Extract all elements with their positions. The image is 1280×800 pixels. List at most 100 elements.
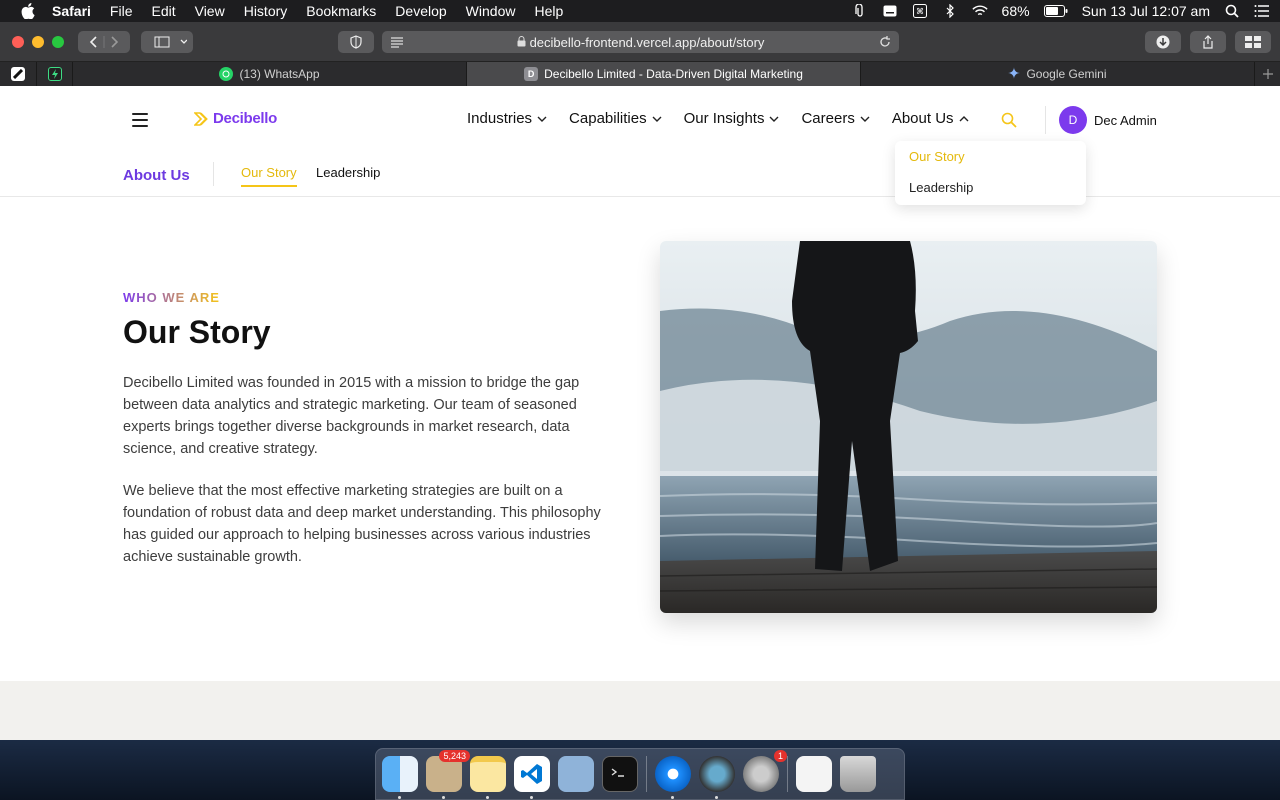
logo-text: Decibello — [213, 110, 277, 127]
menu-develop[interactable]: Develop — [395, 3, 446, 19]
nav-label: Industries — [467, 110, 533, 127]
documents-stack-icon[interactable] — [796, 756, 832, 792]
wifi-icon[interactable] — [971, 4, 988, 18]
apple-menu-icon[interactable] — [20, 3, 36, 19]
trash-icon[interactable] — [840, 756, 876, 792]
safari-icon[interactable] — [655, 756, 691, 799]
window-controls — [12, 35, 64, 48]
story-paragraph-2: We believe that the most effective marke… — [123, 483, 601, 565]
section-eyebrow: WHO WE ARE — [123, 290, 220, 305]
share-button[interactable] — [1190, 31, 1226, 53]
privacy-shield-icon[interactable] — [338, 31, 374, 53]
mail-badge: 5,243 — [439, 750, 470, 762]
minimize-window-button[interactable] — [32, 35, 44, 48]
zoom-window-button[interactable] — [52, 35, 64, 48]
nav-our-insights[interactable]: Our Insights — [684, 110, 780, 127]
tab-label: Google Gemini — [1026, 67, 1107, 81]
tab-bar: (13) WhatsApp D Decibello Limited - Data… — [0, 62, 1280, 86]
search-icon[interactable] — [1001, 112, 1017, 128]
new-tab-button[interactable] — [1254, 62, 1280, 86]
subnav-divider — [213, 162, 214, 186]
mail-icon[interactable]: 5,243 — [426, 750, 470, 799]
url-text[interactable]: decibello-frontend.vercel.app/about/stor… — [530, 35, 765, 50]
notes-icon[interactable] — [470, 756, 506, 799]
nav-label: Our Insights — [683, 110, 765, 127]
chevron-down-icon — [652, 116, 662, 122]
chevron-down-icon — [537, 116, 547, 122]
menu-history[interactable]: History — [244, 3, 288, 19]
nav-label: About Us — [891, 110, 954, 127]
chevron-down-icon — [860, 116, 870, 122]
tab-label: (13) WhatsApp — [239, 67, 320, 81]
sidebar-toggle-button[interactable] — [141, 31, 193, 53]
quicktime-icon[interactable] — [699, 756, 735, 799]
preview-icon[interactable] — [558, 756, 594, 792]
battery-icon[interactable] — [1043, 4, 1068, 18]
logo-mark-icon — [194, 111, 208, 126]
menu-bookmarks[interactable]: Bookmarks — [306, 3, 376, 19]
user-name[interactable]: Dec Admin — [1094, 113, 1157, 128]
site-logo[interactable]: Decibello — [194, 110, 277, 127]
system-preferences-icon[interactable]: 1 — [743, 750, 787, 792]
page-title: Our Story — [123, 314, 271, 350]
close-window-button[interactable] — [12, 35, 24, 48]
finder-icon[interactable] — [382, 756, 418, 799]
menu-icon[interactable] — [132, 113, 148, 127]
tab-decibello[interactable]: D Decibello Limited - Data-Driven Digita… — [466, 62, 860, 86]
pinned-tab[interactable] — [0, 62, 36, 86]
story-paragraph-1: Decibello Limited was founded in 2015 wi… — [123, 375, 580, 457]
pinned-bolt-icon — [47, 67, 62, 81]
tab-gemini[interactable]: Google Gemini — [860, 62, 1254, 86]
nav-capabilities[interactable]: Capabilities — [569, 110, 662, 127]
nav-label: Capabilities — [569, 110, 647, 127]
back-forward-buttons[interactable] — [78, 31, 130, 53]
settings-badge: 1 — [773, 750, 787, 762]
dropdown-item-leadership[interactable]: Leadership — [909, 180, 973, 195]
whatsapp-icon — [219, 67, 234, 81]
dock: 5,243 1 — [375, 748, 905, 800]
control-center-icon[interactable] — [1254, 4, 1270, 18]
dropdown-item-our-story[interactable]: Our Story — [909, 149, 965, 164]
subnav-tab-our-story[interactable]: Our Story — [241, 165, 297, 187]
subnav-tab-leadership[interactable]: Leadership — [316, 165, 380, 185]
about-us-dropdown: Our Story Leadership — [895, 141, 1086, 205]
subnav-title[interactable]: About Us — [123, 167, 190, 184]
nav-industries[interactable]: Industries — [467, 110, 547, 127]
spotlight-search-icon[interactable] — [1224, 4, 1240, 18]
terminal-icon[interactable] — [602, 756, 638, 792]
keyboard-icon[interactable] — [882, 4, 898, 18]
tab-whatsapp[interactable]: (13) WhatsApp — [72, 62, 466, 86]
footer-band — [0, 681, 1280, 740]
menu-edit[interactable]: Edit — [151, 3, 175, 19]
nav-careers[interactable]: Careers — [801, 110, 870, 127]
menu-help[interactable]: Help — [534, 3, 563, 19]
pinned-app-icon — [11, 67, 25, 81]
battery-percent[interactable]: 68% — [1002, 3, 1030, 19]
paperclip-icon[interactable] — [852, 4, 868, 18]
address-bar[interactable]: decibello-frontend.vercel.app/about/stor… — [382, 31, 899, 53]
menu-window[interactable]: Window — [466, 3, 516, 19]
chevron-down-icon — [769, 116, 779, 122]
clock[interactable]: Sun 13 Jul 12:07 am — [1082, 3, 1210, 19]
gemini-icon — [1008, 66, 1021, 82]
section-subnav: About Us Our Story Leadership — [0, 154, 1280, 197]
reader-icon[interactable] — [390, 36, 404, 51]
tab-overview-button[interactable] — [1235, 31, 1271, 53]
hero-image — [660, 241, 1157, 613]
menu-file[interactable]: File — [110, 3, 133, 19]
command-icon[interactable]: ⌘ — [912, 4, 928, 18]
nav-about-us[interactable]: About Us — [892, 110, 969, 127]
tab-label: Decibello Limited - Data-Driven Digital … — [544, 67, 803, 81]
menu-view[interactable]: View — [195, 3, 225, 19]
dock-separator — [787, 756, 788, 792]
pinned-tab-2[interactable] — [36, 62, 72, 86]
svg-text:⌘: ⌘ — [916, 7, 924, 16]
bluetooth-icon[interactable] — [942, 4, 958, 18]
reload-icon[interactable] — [879, 35, 891, 51]
vscode-icon[interactable] — [514, 756, 550, 799]
site-header: Decibello Industries Capabilities Our In… — [0, 86, 1280, 154]
chevron-up-icon — [959, 115, 969, 121]
user-avatar[interactable]: D — [1059, 106, 1087, 134]
downloads-button[interactable] — [1145, 31, 1181, 53]
menu-app-name[interactable]: Safari — [52, 3, 91, 19]
